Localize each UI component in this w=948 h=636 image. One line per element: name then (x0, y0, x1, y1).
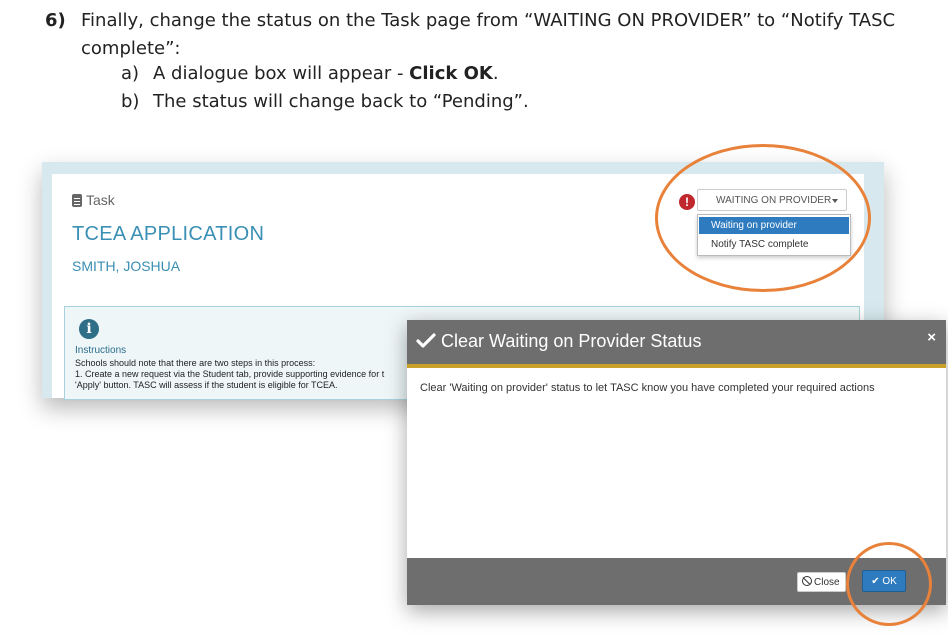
instructions-line-2: 1. Create a new request via the Student … (75, 369, 385, 379)
clipboard-icon (72, 194, 82, 207)
instructions-line-3: 'Apply' button. TASC will assess if the … (75, 380, 338, 390)
close-button-label: Close (814, 577, 840, 588)
dialog-header: Clear Waiting on Provider Status × (407, 320, 946, 364)
highlight-ellipse-status (655, 144, 871, 292)
close-icon[interactable]: × (927, 329, 936, 346)
dialog-title: Clear Waiting on Provider Status (441, 331, 702, 351)
student-name: SMITH, JOSHUA (72, 258, 181, 274)
task-header-label: Task (86, 192, 115, 208)
check-icon (416, 333, 436, 348)
dialog-message: Clear 'Waiting on provider' status to le… (420, 382, 875, 394)
task-title: TCEA APPLICATION (72, 223, 265, 245)
info-icon: i (79, 319, 99, 339)
dialog-header-rule (407, 364, 946, 368)
instructions-line-1: Schools should note that there are two s… (75, 358, 316, 368)
substep-a-text: A dialogue box will appear - Click OK. (153, 63, 499, 84)
substep-a-end: . (492, 63, 499, 84)
substep-a-bold: Click OK (409, 63, 493, 84)
close-button[interactable]: Close (797, 572, 846, 592)
substep-b-text: The status will change back to “Pending”… (153, 91, 529, 112)
highlight-circle-ok (846, 542, 932, 626)
ban-icon (802, 576, 812, 586)
step-number: 6) (45, 10, 66, 31)
step-text-line2: complete”: (81, 38, 181, 59)
substep-a-plain: A dialogue box will appear - (153, 63, 410, 84)
instructions-heading: Instructions (75, 345, 127, 356)
substep-a-label: a) (121, 63, 140, 84)
step-text-line1: Finally, change the status on the Task p… (81, 10, 896, 31)
task-header: Task (72, 192, 115, 208)
substep-b-label: b) (121, 91, 140, 112)
